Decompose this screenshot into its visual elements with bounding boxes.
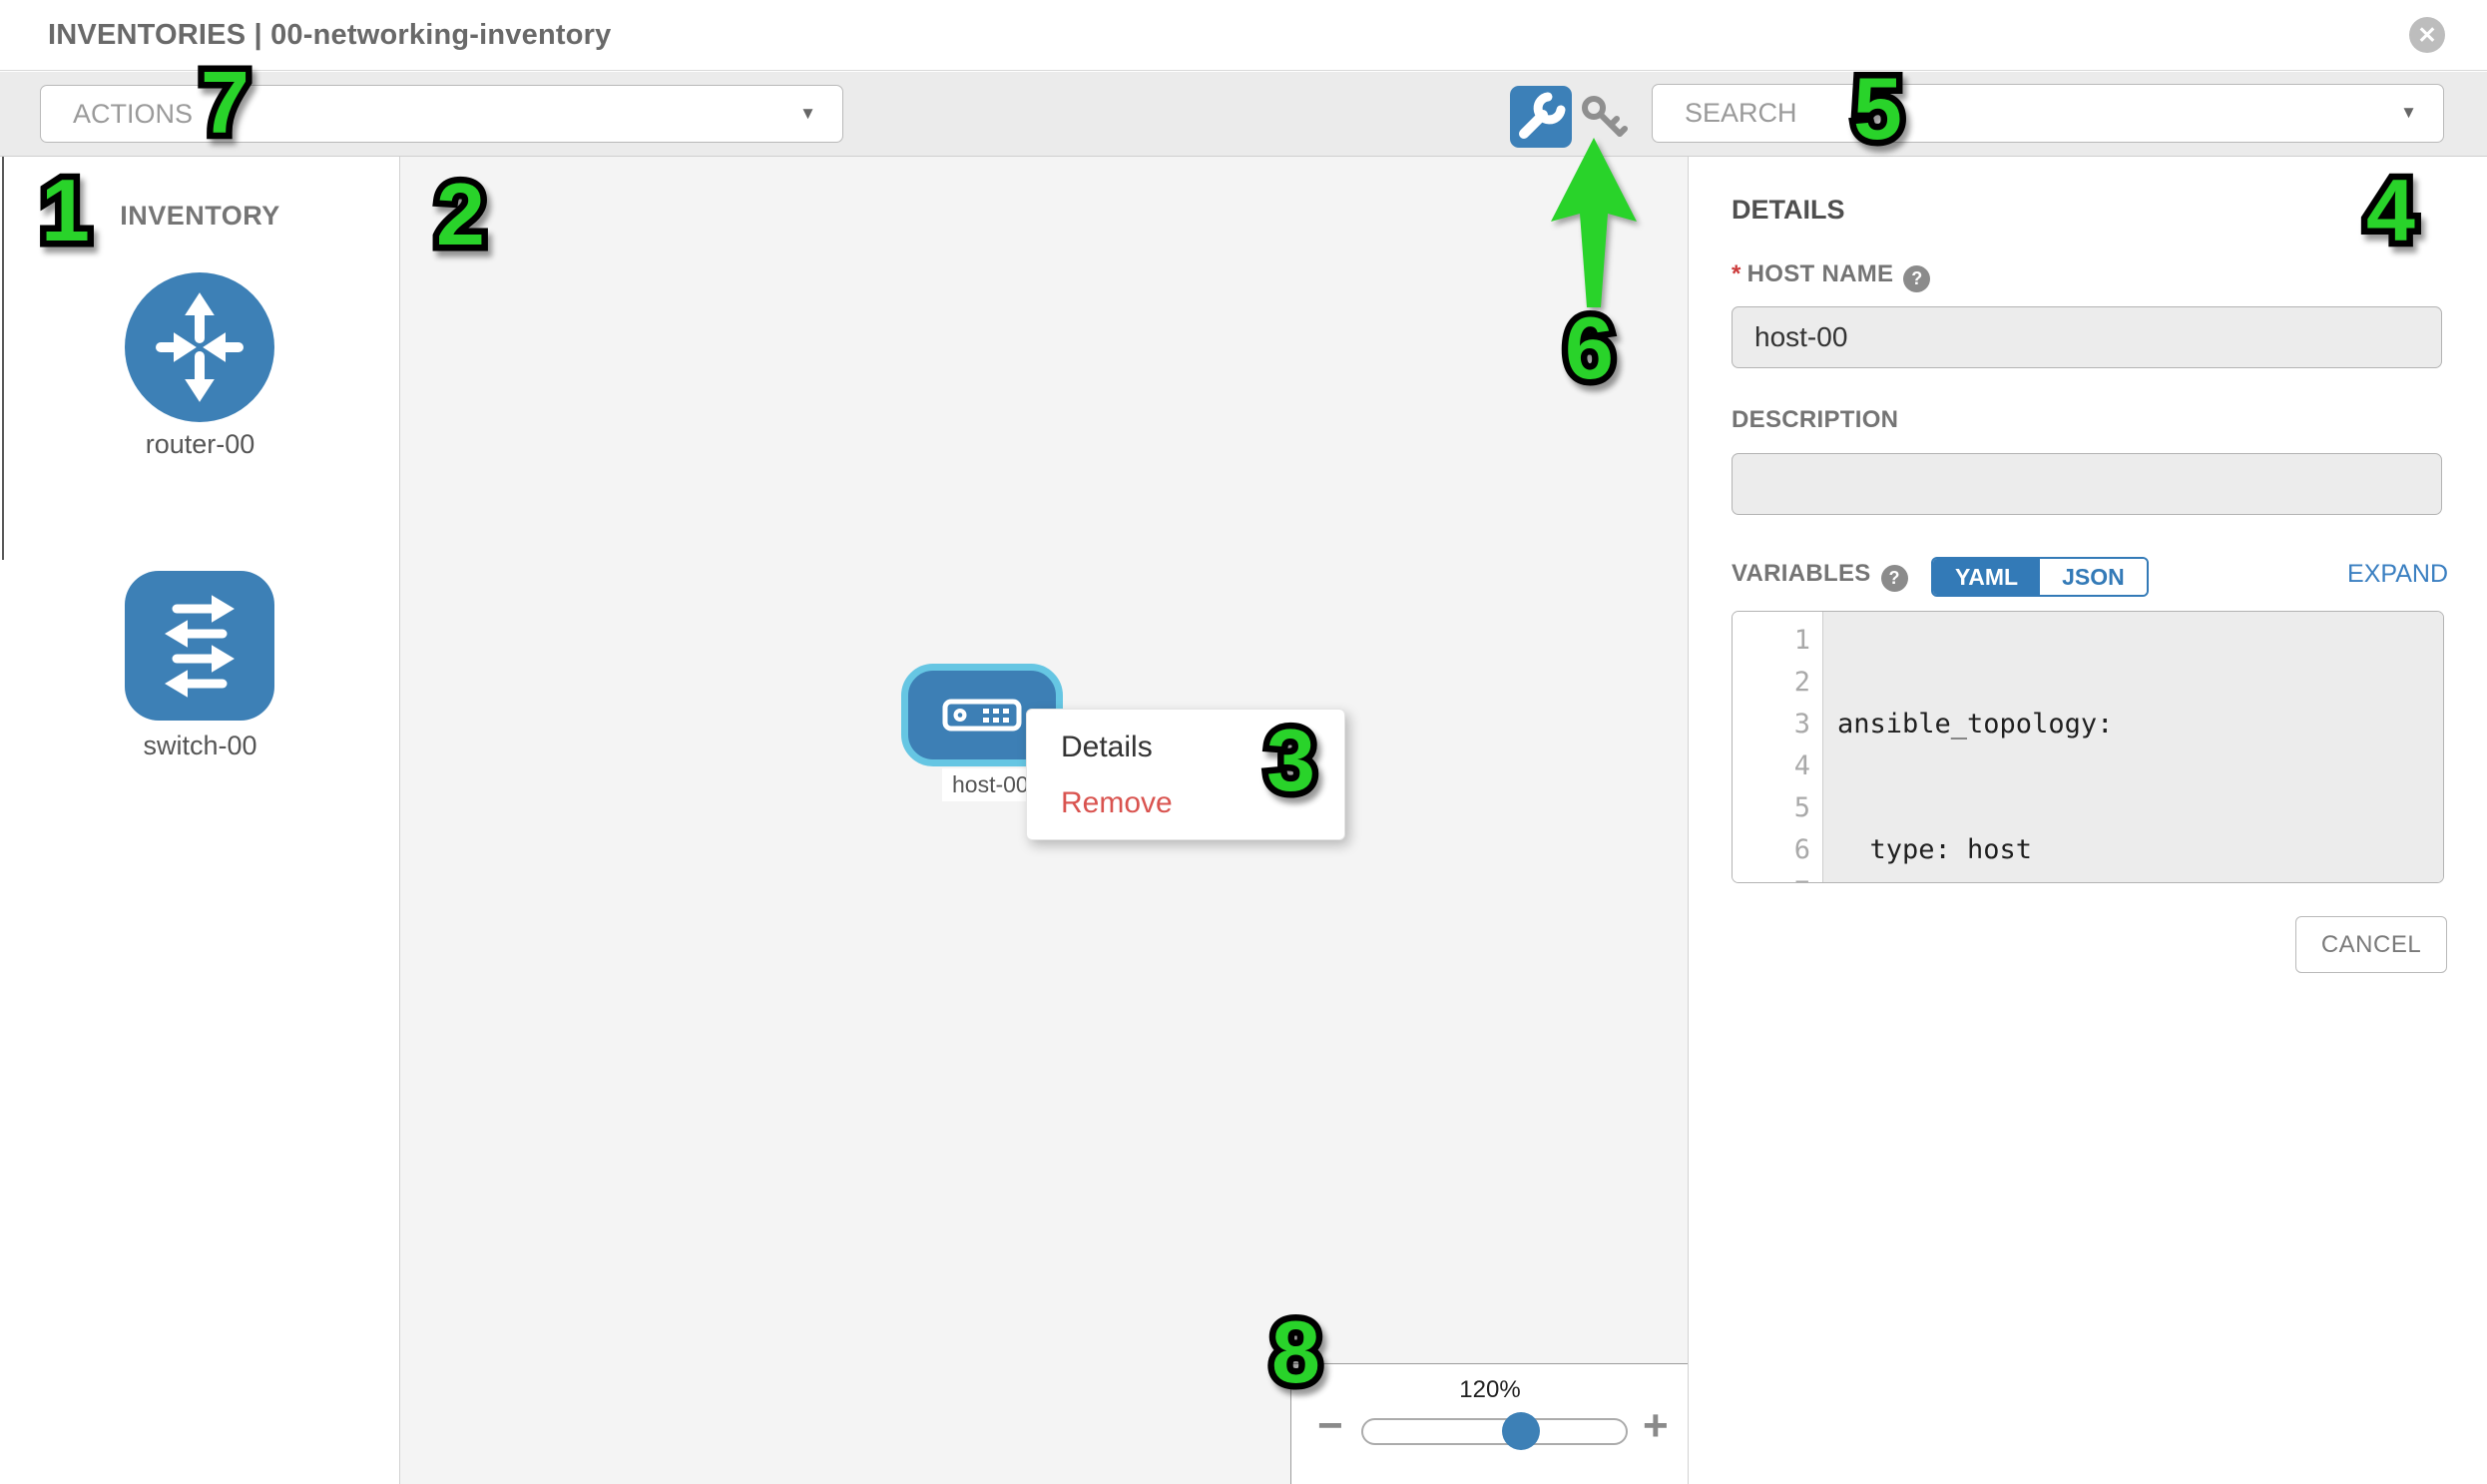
zoom-out-button[interactable]: −: [1317, 1404, 1343, 1448]
line-number: 6: [1733, 829, 1822, 871]
close-icon[interactable]: ✕: [2409, 17, 2445, 53]
line-number: 3: [1733, 704, 1822, 745]
switch-icon: [125, 571, 274, 721]
svg-text:7: 7: [201, 53, 249, 152]
inventory-sidebar: INVENTORY router-00: [0, 157, 400, 1484]
zoom-in-button[interactable]: +: [1643, 1404, 1669, 1448]
actions-dropdown[interactable]: ACTIONS ▼: [40, 85, 843, 143]
host-node-label: host-00: [942, 768, 1039, 801]
svg-text:4: 4: [2366, 161, 2415, 259]
host-name-input[interactable]: [1732, 306, 2442, 368]
palette-label-router: router-00: [0, 429, 400, 460]
inventory-topology-app: INVENTORIES | 00-networking-inventory ✕ …: [0, 0, 2487, 1484]
palette-item-switch[interactable]: [125, 571, 274, 721]
help-icon[interactable]: ?: [1903, 265, 1930, 292]
router-icon: [125, 272, 274, 422]
zoom-slider-thumb[interactable]: [1502, 1412, 1540, 1450]
svg-text:8: 8: [1271, 1302, 1320, 1401]
cancel-button[interactable]: CANCEL: [2295, 916, 2447, 973]
annotation-number-5: 5: [1837, 44, 1957, 164]
host-name-label: *HOST NAME?: [1732, 260, 1930, 292]
toolbar: ACTIONS ▼ SEARCH ▼: [0, 72, 2487, 157]
annotation-arrow-up: [1542, 130, 1652, 319]
required-asterisk: *: [1732, 260, 1741, 287]
svg-text:2: 2: [436, 165, 485, 263]
details-panel-title: DETAILS: [1732, 195, 1845, 226]
zoom-slider-track[interactable]: [1361, 1418, 1628, 1445]
annotation-number-3: 3: [1250, 696, 1370, 815]
code-editor-content[interactable]: ansible_topology: type: host name: host-…: [1823, 612, 2443, 882]
search-dropdown-label: SEARCH: [1685, 85, 1797, 141]
annotation-number-2: 2: [420, 150, 540, 269]
annotation-number-7: 7: [185, 38, 304, 158]
page-title: INVENTORIES | 00-networking-inventory: [48, 0, 611, 71]
topology-canvas[interactable]: host-00 Details Remove 120% − +: [400, 157, 1689, 1484]
palette-label-switch: switch-00: [0, 731, 400, 761]
svg-text:3: 3: [1266, 711, 1315, 809]
app-header: INVENTORIES | 00-networking-inventory ✕: [0, 0, 2487, 71]
code-line: type: host: [1837, 829, 2443, 871]
palette-item-router[interactable]: [125, 272, 274, 422]
details-panel: DETAILS *HOST NAME? DESCRIPTION VARIABLE…: [1690, 157, 2487, 1484]
host-name-label-text: HOST NAME: [1747, 260, 1894, 287]
annotation-number-8: 8: [1255, 1287, 1375, 1407]
code-line: ansible_topology:: [1837, 704, 2443, 745]
line-number: 2: [1733, 662, 1822, 704]
description-input[interactable]: [1732, 453, 2442, 515]
variables-code-editor[interactable]: 1 2 3 4 5 6 7 ansible_topology: type: ho…: [1732, 611, 2444, 883]
line-number: 1: [1733, 620, 1822, 662]
description-label: DESCRIPTION: [1732, 406, 1898, 434]
expand-link[interactable]: EXPAND: [1690, 560, 2448, 589]
line-number: 4: [1733, 745, 1822, 787]
actions-dropdown-label: ACTIONS: [73, 86, 193, 142]
annotation-number-4: 4: [2350, 146, 2470, 265]
chevron-down-icon: ▼: [2400, 85, 2417, 141]
line-number: 5: [1733, 787, 1822, 829]
search-dropdown[interactable]: SEARCH ▼: [1652, 84, 2444, 143]
svg-text:1: 1: [41, 161, 90, 259]
chevron-down-icon: ▼: [799, 86, 816, 142]
code-editor-gutter: 1 2 3 4 5 6 7: [1733, 612, 1823, 882]
annotation-number-1: 1: [25, 146, 145, 265]
line-number: 7: [1733, 871, 1822, 883]
svg-text:5: 5: [1853, 59, 1902, 158]
